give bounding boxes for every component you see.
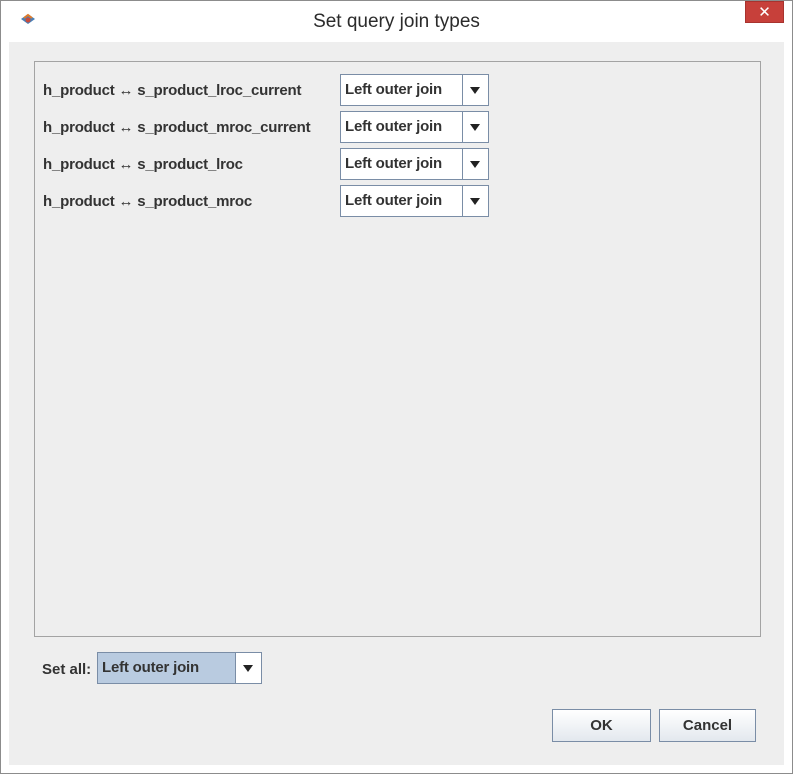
close-icon: ✕ bbox=[758, 4, 771, 21]
join-row: h_product ↔ s_product_mroc_current Left … bbox=[35, 111, 735, 145]
close-button[interactable]: ✕ bbox=[745, 1, 784, 23]
join-type-combo[interactable]: Left outer join bbox=[340, 185, 489, 217]
title-bar[interactable]: Set query join types ✕ bbox=[1, 1, 792, 41]
chevron-down-icon[interactable] bbox=[462, 186, 488, 216]
join-type-value: Left outer join bbox=[345, 192, 442, 209]
chevron-down-icon[interactable] bbox=[462, 149, 488, 179]
cancel-button[interactable]: Cancel bbox=[659, 709, 756, 742]
ok-label-rest: K bbox=[601, 717, 613, 734]
join-row: h_product ↔ s_product_lroc Left outer jo… bbox=[35, 148, 735, 182]
join-type-combo[interactable]: Left outer join bbox=[340, 148, 489, 180]
ok-button[interactable]: OK bbox=[552, 709, 651, 742]
dialog-window: Set query join types ✕ h_product ↔ s_pro… bbox=[0, 0, 793, 774]
join-type-combo[interactable]: Left outer join bbox=[340, 111, 489, 143]
set-all-combo[interactable]: Left outer join bbox=[97, 652, 262, 684]
join-row: h_product ↔ s_product_lroc_current Left … bbox=[35, 74, 735, 108]
join-label: h_product ↔ s_product_mroc bbox=[43, 193, 252, 210]
join-type-value: Left outer join bbox=[345, 118, 442, 135]
join-row: h_product ↔ s_product_mroc Left outer jo… bbox=[35, 185, 735, 219]
join-label: h_product ↔ s_product_lroc bbox=[43, 156, 243, 173]
chevron-down-icon[interactable] bbox=[462, 112, 488, 142]
set-all-label: Set all: bbox=[42, 661, 92, 678]
cancel-label-rest: ancel bbox=[693, 717, 733, 734]
join-types-panel: h_product ↔ s_product_lroc_current Left … bbox=[34, 61, 761, 637]
join-type-value: Left outer join bbox=[345, 155, 442, 172]
set-all-value: Left outer join bbox=[102, 659, 199, 676]
join-label: h_product ↔ s_product_lroc_current bbox=[43, 82, 302, 99]
join-type-value: Left outer join bbox=[345, 81, 442, 98]
cancel-mnemonic: C bbox=[682, 717, 694, 734]
join-type-combo[interactable]: Left outer join bbox=[340, 74, 489, 106]
chevron-down-icon[interactable] bbox=[462, 75, 488, 105]
dialog-content: h_product ↔ s_product_lroc_current Left … bbox=[9, 42, 784, 765]
join-label: h_product ↔ s_product_mroc_current bbox=[43, 119, 311, 136]
dialog-title: Set query join types bbox=[313, 11, 480, 32]
chevron-down-icon[interactable] bbox=[235, 653, 261, 683]
ok-mnemonic: O bbox=[590, 717, 602, 734]
